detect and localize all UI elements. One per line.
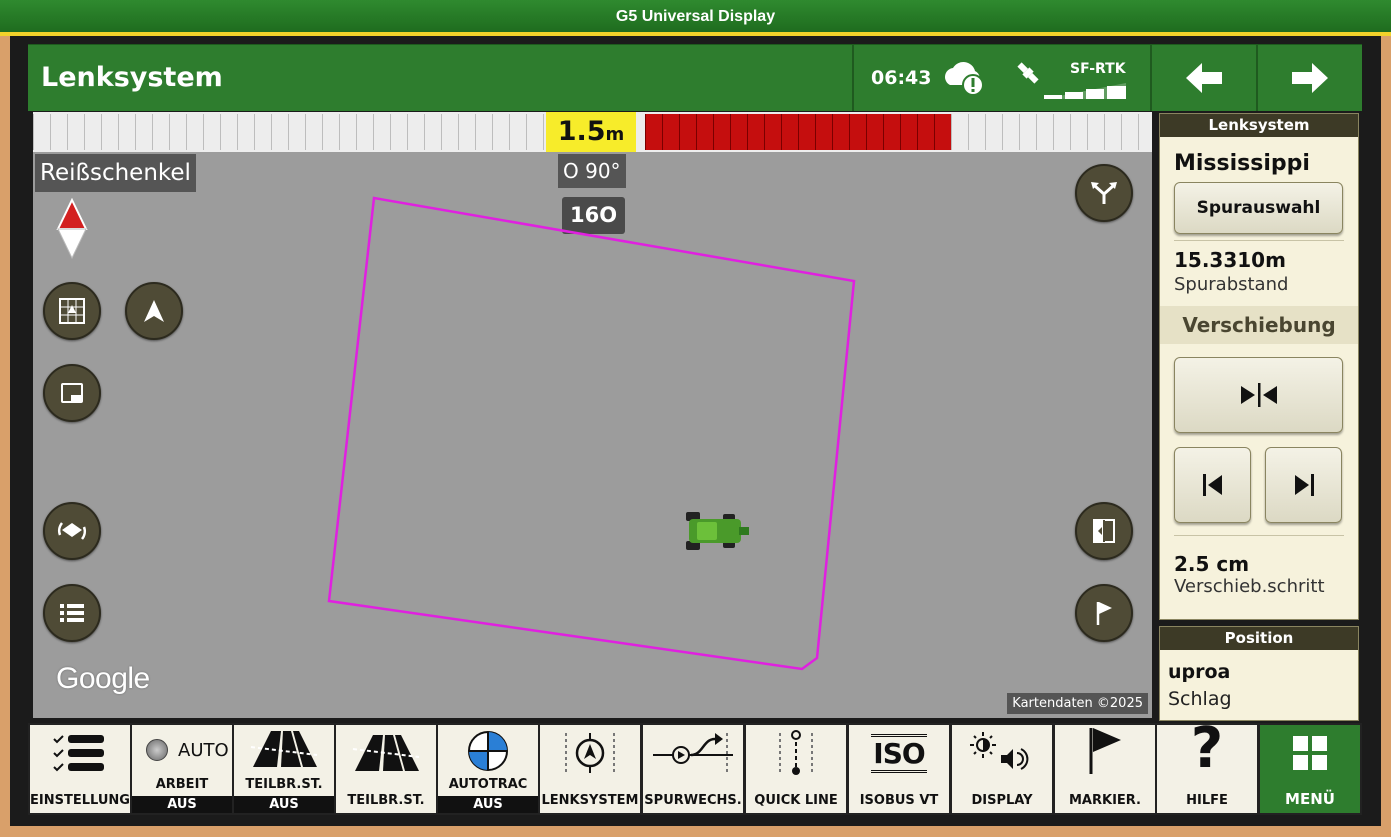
header-divider [852, 45, 854, 111]
help-icon: ? [1190, 716, 1224, 781]
track-shift-label: SPURWECHS. [644, 793, 742, 808]
section-control-label: TEILBR.ST. [245, 777, 323, 792]
field-view-button[interactable] [43, 364, 101, 422]
google-logo: Google [56, 662, 150, 695]
guidance-button[interactable]: LENKSYSTEM [540, 725, 640, 813]
display-label: DISPLAY [971, 793, 1033, 808]
position-panel-header: Position [1160, 627, 1358, 650]
position-panel: Position uproa Schlag [1159, 626, 1359, 721]
shift-center-button[interactable] [1174, 357, 1343, 433]
display-button[interactable]: DISPLAY [952, 725, 1052, 813]
autotrac-label: AUTOTRAC [448, 777, 528, 792]
tractor-icon [686, 512, 749, 550]
settings-button[interactable]: EINSTELLUNG [30, 725, 130, 813]
isobus-vt-label: ISOBUS VT [859, 793, 939, 808]
brightness-volume-icon [970, 732, 1029, 770]
help-label: HILFE [1186, 793, 1228, 808]
divider [1174, 240, 1344, 241]
quick-line-label: QUICK LINE [754, 793, 838, 808]
map-view[interactable]: 1.5m Reißschenkel O 90° 16O Google Karte… [33, 112, 1152, 718]
page-title: Lenksystem [41, 62, 223, 93]
guidance-panel-header: Lenksystem [1160, 114, 1358, 137]
work-auto-button[interactable]: AUTO ARBEIT AUS [132, 725, 232, 813]
fork-arrows-icon [1091, 182, 1117, 204]
section-control-button[interactable]: TEILBR.ST. AUS [234, 725, 334, 813]
menu-button[interactable]: MENÜ [1260, 725, 1360, 813]
autotrac-icon [468, 731, 508, 771]
header-bar: Lenksystem 06:43 SF-RTK [28, 44, 1362, 111]
menu-grid-icon [1293, 736, 1327, 770]
shift-step-value: 2.5 cm [1174, 552, 1250, 576]
flag-icon [1096, 602, 1112, 625]
iso-logo: ISO [871, 733, 927, 773]
grid-view-button[interactable] [43, 282, 101, 340]
list-icon [60, 604, 84, 622]
track-name: Mississippi [1174, 151, 1310, 176]
signal-bars-icon [1044, 83, 1126, 99]
marker-flag-icon [1089, 728, 1121, 774]
work-label: ARBEIT [155, 777, 209, 792]
marker-button[interactable]: MARKIER. [1055, 725, 1155, 813]
gps-status: SF-RTK [1070, 61, 1126, 77]
work-status: AUS [132, 796, 232, 813]
rotate-map-button[interactable] [43, 502, 101, 560]
window-title: G5 Universal Display [0, 0, 1391, 33]
header-divider [1150, 45, 1152, 111]
track-spacing-value: 15.3310m [1174, 248, 1286, 272]
section-control-settings-label: TEILBR.ST. [347, 793, 425, 808]
back-arrow-button[interactable] [1184, 61, 1224, 95]
checklist-icon [53, 735, 104, 772]
quick-line-icon [779, 730, 813, 775]
guidance-icon [565, 733, 615, 773]
status-indicator-icon [146, 739, 168, 761]
shift-left-button[interactable] [1174, 447, 1251, 523]
cloud-warning-icon[interactable] [940, 57, 990, 99]
field-shape-icon [61, 383, 83, 403]
settings-label: EINSTELLUNG [30, 793, 130, 808]
split-view-button[interactable] [1075, 502, 1133, 560]
track-shift-button[interactable]: SPURWECHS. [643, 725, 743, 813]
clock-time: 06:43 [871, 67, 932, 89]
satellite-icon [1017, 62, 1039, 84]
split-panel-icon [1093, 519, 1115, 543]
help-button[interactable]: ? HILFE [1157, 721, 1257, 813]
isobus-vt-button[interactable]: ISO ISOBUS VT [849, 725, 949, 813]
forward-arrow-button[interactable] [1290, 61, 1330, 95]
divider [1174, 535, 1344, 536]
menu-label: MENÜ [1285, 790, 1335, 808]
shift-right-icon [1294, 474, 1314, 496]
work-auto-top-label: AUTO [178, 740, 229, 761]
grid-icon [59, 298, 85, 324]
section-control-status: AUS [234, 796, 334, 813]
guidance-label: LENKSYSTEM [541, 793, 639, 808]
field-label: Schlag [1168, 688, 1232, 710]
section-control-icon [352, 735, 420, 771]
track-spacing-label: Spurabstand [1174, 274, 1289, 295]
section-control-settings-button[interactable]: TEILBR.ST. [336, 725, 436, 813]
track-select-button[interactable]: Spurauswahl [1174, 182, 1343, 234]
field-boundary [327, 196, 856, 671]
map-credit: Kartendaten ©2025 [1007, 693, 1148, 714]
autotrac-status: AUS [438, 796, 538, 813]
quick-line-button[interactable]: QUICK LINE [746, 725, 846, 813]
autotrac-button[interactable]: AUTOTRAC AUS [438, 725, 538, 813]
shift-center-icon [1240, 383, 1277, 407]
layers-list-button[interactable] [43, 584, 101, 642]
section-control-icon [250, 731, 318, 767]
guidance-panel: Lenksystem Mississippi Spurauswahl 15.33… [1159, 113, 1359, 620]
marker-label: MARKIER. [1069, 793, 1141, 808]
field-name: uproa [1168, 661, 1231, 683]
shift-section-header: Verschiebung [1160, 306, 1358, 344]
flag-button[interactable] [1075, 584, 1133, 642]
shift-right-button[interactable] [1265, 447, 1342, 523]
track-split-button[interactable] [1075, 164, 1133, 222]
header-divider [1256, 45, 1258, 111]
track-change-icon [653, 733, 733, 773]
navigation-button[interactable] [125, 282, 183, 340]
shift-step-label: Verschieb.schritt [1174, 576, 1325, 597]
navigation-arrow-icon [144, 300, 164, 322]
rotate-map-icon [57, 522, 87, 540]
shift-left-icon [1202, 474, 1222, 496]
